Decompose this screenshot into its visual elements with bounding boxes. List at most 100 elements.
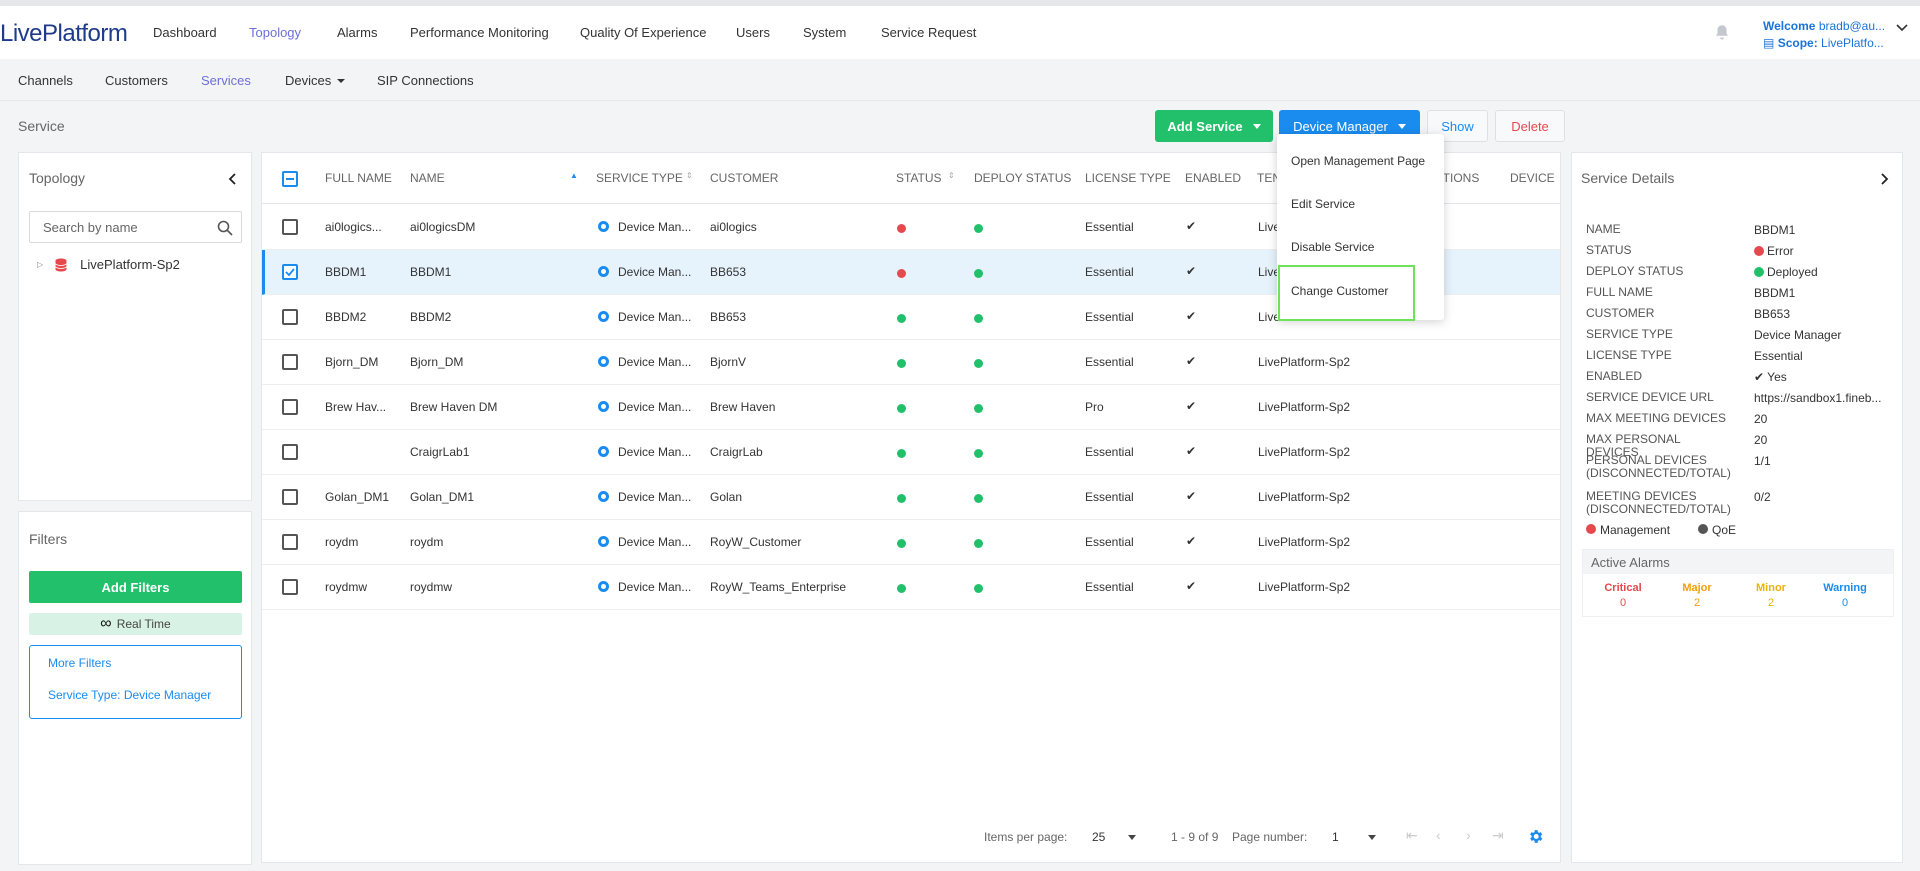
service-type-icon [598, 581, 609, 592]
cell-tenant: LivePlatform-Sp2 [1258, 400, 1351, 414]
alarm-minor[interactable]: Minor 2 [1736, 582, 1806, 609]
last-page-icon[interactable]: ⇥ [1492, 827, 1504, 844]
row-checkbox[interactable] [282, 264, 298, 280]
alarm-critical-count: 0 [1619, 597, 1627, 609]
row-checkbox[interactable] [282, 489, 298, 505]
subnav-customers[interactable]: Customers [105, 73, 168, 88]
row-checkbox[interactable] [282, 309, 298, 325]
nav-service-request[interactable]: Service Request [881, 25, 976, 40]
first-page-icon[interactable]: ⇤ [1406, 827, 1418, 844]
nav-performance-monitoring[interactable]: Performance Monitoring [410, 25, 549, 40]
nav-users[interactable]: Users [736, 25, 770, 40]
collapse-left-icon[interactable] [227, 173, 237, 185]
cell-full-name: Golan_DM1 [325, 490, 390, 504]
menu-change-customer[interactable]: Change Customer [1291, 284, 1388, 298]
sort-icon[interactable]: ⇕ [948, 171, 955, 180]
row-checkbox[interactable] [282, 444, 298, 460]
row-checkbox[interactable] [282, 534, 298, 550]
deploy-status-dot [974, 539, 983, 548]
subnav-services[interactable]: Services [201, 73, 251, 88]
scope-label: Scope: [1777, 36, 1818, 50]
user-menu[interactable]: Welcome bradb@au... ▤ Scope: LivePlatfo.… [1763, 18, 1908, 52]
menu-edit-service[interactable]: Edit Service [1291, 197, 1355, 211]
cell-name: Bjorn_DM [410, 355, 464, 369]
subnav-devices[interactable]: Devices [285, 73, 346, 88]
items-per-page-select[interactable]: 25 [1092, 830, 1105, 844]
nav-system[interactable]: System [803, 25, 846, 40]
nav-alarms[interactable]: Alarms [337, 25, 377, 40]
col-customer[interactable]: CUSTOMER [710, 171, 778, 185]
search-input[interactable] [30, 212, 200, 242]
real-time-toggle[interactable]: ∞ Real Time [29, 613, 242, 635]
table-row[interactable]: roydm roydm Device Man... RoyW_Customer Esse… [262, 520, 1560, 565]
alarm-minor-label: Minor [1756, 582, 1786, 594]
deploy-status-dot [974, 584, 983, 593]
active-filter-service-type[interactable]: Service Type: Device Manager [48, 688, 211, 702]
col-device[interactable]: DEVICE [1510, 171, 1555, 185]
col-enabled[interactable]: ENABLED [1185, 171, 1241, 185]
bell-icon[interactable] [1713, 23, 1731, 41]
real-time-label: Real Time [116, 617, 171, 631]
col-license-type[interactable]: LICENSE TYPE [1085, 171, 1171, 185]
status-dot [897, 314, 906, 323]
col-name[interactable]: NAME [410, 171, 445, 185]
nav-topology[interactable]: Topology [249, 25, 301, 40]
row-checkbox[interactable] [282, 219, 298, 235]
subnav-channels[interactable]: Channels [18, 73, 73, 88]
settings-gear-icon[interactable] [1527, 828, 1544, 845]
alarm-critical[interactable]: Critical 0 [1588, 582, 1658, 609]
detail-value[interactable]: https://sandbox1.fineb... [1754, 391, 1894, 405]
collapse-right-icon[interactable] [1880, 173, 1890, 185]
detail-value: BBDM1 [1754, 286, 1796, 300]
deploy-status-dot [974, 494, 983, 503]
table-row[interactable]: Golan_DM1 Golan_DM1 Device Man... Golan Esse… [262, 475, 1560, 520]
tree-item-liveplatform[interactable]: ▷ LivePlatform-Sp2 [37, 257, 180, 272]
detail-value: Error [1754, 244, 1894, 258]
subnav-sip-connections[interactable]: SIP Connections [377, 73, 474, 88]
menu-open-management-page[interactable]: Open Management Page [1291, 154, 1425, 168]
cell-service-type: Device Man... [598, 400, 691, 414]
select-all-checkbox[interactable] [282, 171, 298, 187]
cell-full-name: Brew Hav... [325, 400, 387, 414]
table-row[interactable]: CraigrLab1 Device Man... CraigrLab Essentia… [262, 430, 1560, 475]
page-number-select[interactable]: 1 [1332, 830, 1339, 844]
enabled-check-icon: ✔ [1186, 219, 1197, 233]
active-alarms-box: Active Alarms Critical 0 Major 2 Minor 2 Wa… [1582, 549, 1894, 617]
caret-down-icon [1252, 123, 1261, 129]
subnav-devices-label: Devices [285, 73, 332, 88]
next-page-icon[interactable]: › [1466, 827, 1471, 843]
app-logo[interactable]: LivePlatform [0, 20, 128, 48]
detail-value: ✔ Yes [1754, 370, 1787, 384]
col-status[interactable]: STATUS [896, 171, 942, 185]
device-manager-label: Device Manager [1293, 118, 1388, 134]
database-icon [55, 258, 68, 271]
caret-down-icon[interactable] [1368, 835, 1376, 840]
row-checkbox[interactable] [282, 354, 298, 370]
col-deploy-status[interactable]: DEPLOY STATUS [974, 171, 1071, 185]
table-row[interactable]: Bjorn_DM Bjorn_DM Device Man... BjornV Essen… [262, 340, 1560, 385]
col-service-type[interactable]: SERVICE TYPE [596, 171, 683, 185]
search-icon[interactable] [217, 220, 233, 236]
caret-down-icon[interactable] [1128, 835, 1136, 840]
add-service-button[interactable]: Add Service [1155, 110, 1273, 142]
alarm-major[interactable]: Major 2 [1662, 582, 1732, 609]
col-full-name[interactable]: FULL NAME [325, 171, 392, 185]
active-alarms-header: Active Alarms [1583, 550, 1893, 574]
sort-icon[interactable]: ⇕ [686, 171, 693, 180]
sort-asc-icon[interactable]: ▲ [570, 171, 578, 180]
expand-arrow-icon[interactable]: ▷ [37, 260, 43, 269]
menu-disable-service[interactable]: Disable Service [1291, 240, 1374, 254]
prev-page-icon[interactable]: ‹ [1436, 827, 1441, 843]
nav-dashboard[interactable]: Dashboard [153, 25, 217, 40]
nav-quality-of-experience[interactable]: Quality Of Experience [580, 25, 706, 40]
table-row[interactable]: roydmw roydmw Device Man... RoyW_Teams_Ente… [262, 565, 1560, 610]
caret-down-icon [337, 79, 346, 83]
table-row[interactable]: Brew Hav... Brew Haven DM Device Man... Bre… [262, 385, 1560, 430]
alarm-warning[interactable]: Warning 0 [1810, 582, 1880, 609]
detail-label: DEPLOY STATUS [1586, 264, 1684, 278]
row-checkbox[interactable] [282, 579, 298, 595]
row-checkbox[interactable] [282, 399, 298, 415]
add-filters-button[interactable]: Add Filters [29, 571, 242, 603]
more-filters-link[interactable]: More Filters [48, 656, 111, 670]
delete-button[interactable]: Delete [1495, 110, 1565, 142]
